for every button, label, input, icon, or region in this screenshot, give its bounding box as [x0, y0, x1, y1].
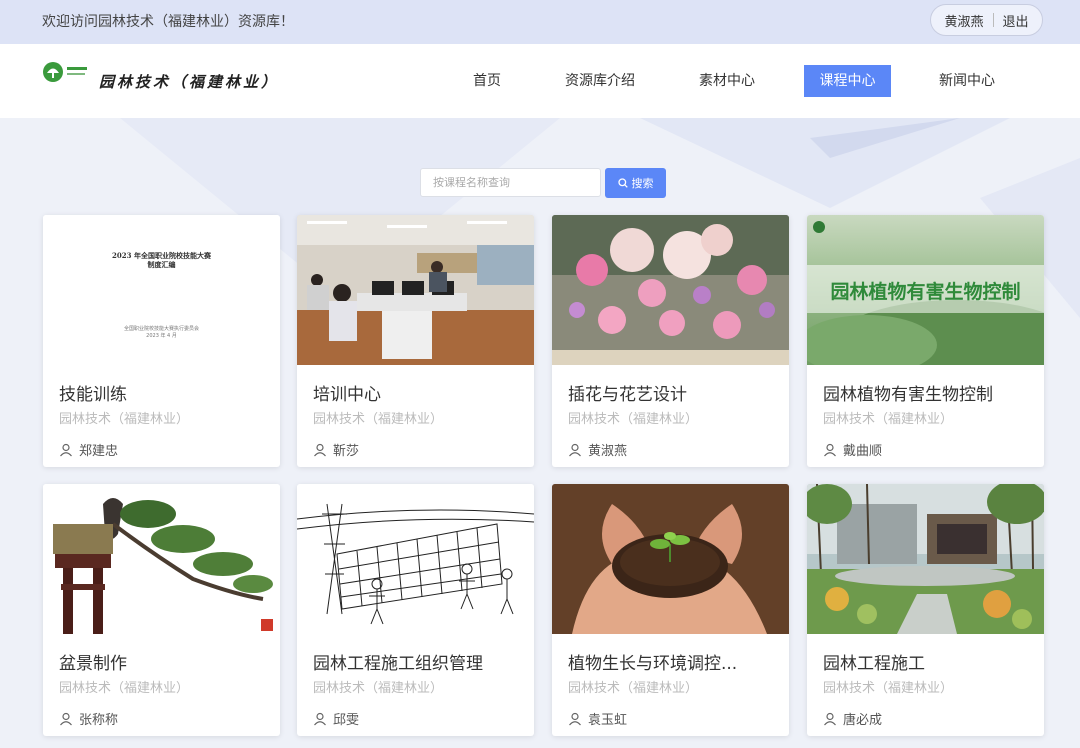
- course-thumbnail: 园林植物有害生物控制: [807, 215, 1044, 365]
- header: 园林技术（福建林业） 首页 资源库介绍 素材中心 课程中心 新闻中心: [0, 44, 1080, 118]
- course-card[interactable]: 培训中心 园林技术（福建林业） 靳莎: [297, 215, 534, 467]
- welcome-text: 欢迎访问园林技术（福建林业）资源库！: [42, 14, 294, 30]
- teacher-name: 邱雯: [333, 713, 360, 728]
- course-title: 园林工程施工: [823, 654, 925, 674]
- user-icon: [314, 443, 326, 456]
- course-subtitle: 园林技术（福建林业）: [823, 681, 954, 696]
- course-teacher: 唐必成: [823, 709, 882, 728]
- course-card[interactable]: 盆景制作 园林技术（福建林业） 张称称: [43, 484, 280, 736]
- course-subtitle: 园林技术（福建林业）: [59, 412, 190, 427]
- course-title: 植物生长与环境调控...: [568, 654, 738, 674]
- teacher-name: 郑建忠: [79, 444, 119, 459]
- course-teacher: 张称称: [59, 709, 118, 728]
- course-title: 园林植物有害生物控制: [823, 385, 993, 405]
- cover-subtitle: 制度汇编: [147, 260, 176, 269]
- search-button-label: 搜索: [631, 177, 654, 190]
- course-thumbnail: [297, 484, 534, 634]
- course-thumbnail: [43, 484, 280, 634]
- course-subtitle: 园林技术（福建林业）: [313, 681, 444, 696]
- nav-intro[interactable]: 资源库介绍: [557, 65, 643, 97]
- course-teacher: 郑建忠: [59, 440, 118, 459]
- teacher-name: 靳莎: [333, 444, 360, 459]
- user-box: 黄淑燕 退出: [930, 4, 1043, 36]
- course-subtitle: 园林技术（福建林业）: [568, 412, 699, 427]
- course-title: 培训中心: [313, 385, 381, 405]
- course-teacher: 袁玉虹: [568, 709, 627, 728]
- banner-title: 园林植物有害生物控制: [830, 281, 1021, 303]
- nav-home[interactable]: 首页: [457, 65, 517, 97]
- course-thumbnail: [807, 484, 1044, 634]
- user-name-link[interactable]: 黄淑燕: [944, 11, 983, 30]
- teacher-name: 黄淑燕: [588, 444, 628, 459]
- course-teacher: 戴曲顺: [823, 440, 882, 459]
- course-subtitle: 园林技术（福建林业）: [568, 681, 699, 696]
- user-icon: [314, 712, 326, 725]
- course-card[interactable]: 植物生长与环境调控... 园林技术（福建林业） 袁玉虹: [552, 484, 789, 736]
- user-icon: [824, 712, 836, 725]
- nav-news[interactable]: 新闻中心: [927, 65, 1007, 97]
- course-title: 插花与花艺设计: [568, 385, 687, 405]
- user-icon: [824, 443, 836, 456]
- nav-courses[interactable]: 课程中心: [804, 65, 891, 97]
- nav-materials[interactable]: 素材中心: [687, 65, 767, 97]
- user-icon: [60, 712, 72, 725]
- course-thumbnail: [552, 215, 789, 365]
- course-title: 技能训练: [59, 385, 127, 405]
- search-button[interactable]: 搜索: [605, 168, 666, 198]
- search-input[interactable]: 按课程名称查询: [420, 168, 601, 197]
- course-card[interactable]: 园林工程施工 园林技术（福建林业） 唐必成: [807, 484, 1044, 736]
- course-subtitle: 园林技术（福建林业）: [823, 412, 954, 427]
- main-nav: 首页 资源库介绍 素材中心 课程中心 新闻中心: [0, 65, 1080, 97]
- course-thumbnail: [297, 215, 534, 365]
- user-icon: [569, 712, 581, 725]
- cover-publisher: 全国职业院校技能大赛执行委员会: [123, 326, 199, 332]
- teacher-name: 戴曲顺: [843, 444, 883, 459]
- search-icon: [617, 178, 628, 188]
- top-bar: 欢迎访问园林技术（福建林业）资源库！ 黄淑燕 退出: [0, 0, 1080, 44]
- course-thumbnail: 2023 年全国职业院校技能大赛 制度汇编 全国职业院校技能大赛执行委员会 20…: [43, 215, 280, 365]
- course-card[interactable]: 2023 年全国职业院校技能大赛 制度汇编 全国职业院校技能大赛执行委员会 20…: [43, 215, 280, 467]
- course-teacher: 靳莎: [313, 440, 359, 459]
- course-teacher: 黄淑燕: [568, 440, 627, 459]
- course-subtitle: 园林技术（福建林业）: [313, 412, 444, 427]
- logout-link[interactable]: 退出: [1003, 11, 1029, 30]
- user-icon: [569, 443, 581, 456]
- teacher-name: 袁玉虹: [588, 713, 628, 728]
- course-title: 园林工程施工组织管理: [313, 654, 483, 674]
- teacher-name: 唐必成: [843, 713, 883, 728]
- course-teacher: 邱雯: [313, 709, 359, 728]
- course-card[interactable]: 园林植物有害生物控制 园林植物有害生物控制 园林技术（福建林业） 戴曲顺: [807, 215, 1044, 467]
- teacher-name: 张称称: [79, 713, 119, 728]
- divider: [992, 13, 994, 27]
- course-subtitle: 园林技术（福建林业）: [59, 681, 190, 696]
- course-thumbnail: [552, 484, 789, 634]
- course-card[interactable]: 插花与花艺设计 园林技术（福建林业） 黄淑燕: [552, 215, 789, 467]
- cover-date: 2023 年 4 月: [146, 333, 177, 339]
- user-icon: [60, 443, 72, 456]
- course-card[interactable]: 园林工程施工组织管理 园林技术（福建林业） 邱雯: [297, 484, 534, 736]
- course-title: 盆景制作: [59, 654, 127, 674]
